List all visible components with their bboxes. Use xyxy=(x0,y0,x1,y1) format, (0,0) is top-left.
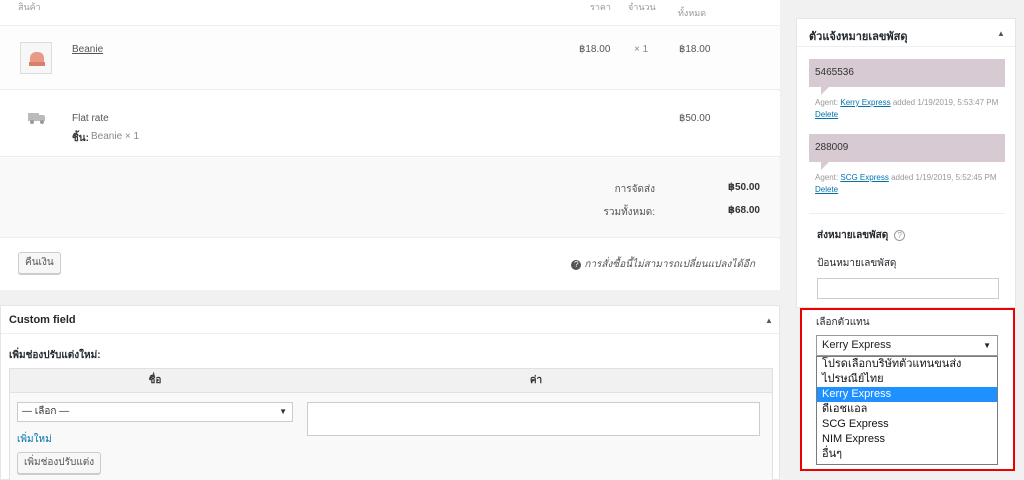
col-total: ทั้งหมด xyxy=(678,8,707,18)
line-item-row: Beanie ฿18.00 × 1 ฿18.00 xyxy=(0,26,780,90)
col-price: ราคา xyxy=(590,2,611,12)
agent-dropdown-list: โปรดเลือกบริษัทตัวแทนขนส่ง ไปรษณีย์ไทย K… xyxy=(816,356,998,465)
custom-field-table: ชื่อ ค่า — เลือก — ▼ เพิ่มใหม่ เพิ่มช่อง… xyxy=(9,368,773,480)
item-price: ฿18.00 xyxy=(579,44,611,55)
help-icon: ? xyxy=(894,230,906,241)
col-value-header: ค่า xyxy=(300,369,772,393)
agent-label: เลือกตัวแทน xyxy=(816,317,870,328)
shipping-total: ฿50.00 xyxy=(679,113,711,124)
agent-option[interactable]: NIM Express xyxy=(817,432,997,447)
item-qty: × 1 xyxy=(634,44,649,55)
col-name-header: ชื่อ xyxy=(10,369,300,393)
agent-select[interactable]: Kerry Express ▼ xyxy=(816,335,998,356)
order-totals: การจัดส่ง ฿50.00 รวมทั้งหมด: ฿68.00 xyxy=(0,158,780,238)
agent-option[interactable]: SCG Express xyxy=(817,417,997,432)
agent-option[interactable]: ดีเอชแอล xyxy=(817,402,997,417)
custom-field-header[interactable]: Custom field ▲ xyxy=(1,306,779,334)
help-icon: ? xyxy=(571,260,582,270)
product-link[interactable]: Beanie xyxy=(72,44,103,55)
agent-option[interactable]: อื่นๆ xyxy=(817,447,997,462)
col-product: สินค้า xyxy=(18,2,41,12)
item-total: ฿18.00 xyxy=(679,44,711,55)
tracking-note-meta: Agent: Kerry Express added 1/19/2019, 5:… xyxy=(815,98,999,119)
tracking-note: 5465536 xyxy=(809,59,1005,95)
meta-value-textarea[interactable] xyxy=(307,402,760,436)
chevron-down-icon: ▼ xyxy=(983,341,991,350)
meta-key-select[interactable]: — เลือก — ▼ xyxy=(17,402,293,422)
tracking-note-meta: Agent: SCG Express added 1/19/2019, 5:52… xyxy=(815,173,997,194)
shipping-items-value: Beanie × 1 xyxy=(91,131,140,142)
add-new-link[interactable]: เพิ่มใหม่ xyxy=(17,432,52,447)
order-actions: คืนเงิน ? การสั่งซื้อนี้ไม่สามารถเปลี่ยนแ… xyxy=(0,239,780,290)
agent-link[interactable]: Kerry Express xyxy=(840,98,890,107)
custom-field-box: Custom field ▲ เพิ่มช่องปรับแต่งใหม่: ชื… xyxy=(0,305,780,480)
shipping-items-label: ชิ้น: xyxy=(72,133,89,144)
grand-total-label: รวมทั้งหมด: xyxy=(603,207,655,218)
shipping-total-value: ฿50.00 xyxy=(728,182,760,193)
collapse-arrow-icon[interactable]: ▲ xyxy=(765,316,773,325)
agent-option-selected[interactable]: Kerry Express xyxy=(817,387,997,402)
tracking-title: ตัวแจ้งหมายเลขพัสดุ xyxy=(809,31,908,43)
refund-button[interactable]: คืนเงิน xyxy=(18,252,61,274)
truck-icon xyxy=(28,113,46,124)
add-new-field-label: เพิ่มช่องปรับแต่งใหม่: xyxy=(9,350,101,361)
add-custom-field-button[interactable]: เพิ่มช่องปรับแต่ง xyxy=(17,452,102,474)
shipping-total-label: การจัดส่ง xyxy=(614,184,655,195)
agent-option[interactable]: โปรดเลือกบริษัทตัวแทนขนส่ง xyxy=(817,357,997,372)
agent-link[interactable]: SCG Express xyxy=(840,173,888,182)
delete-link[interactable]: Delete xyxy=(815,110,838,119)
shipping-method: Flat rate xyxy=(72,113,109,124)
order-locked-note: ? การสั่งซื้อนี้ไม่สามารถเปลี่ยนแปลงได้อี… xyxy=(571,257,755,272)
agent-option[interactable]: ไปรษณีย์ไทย xyxy=(817,372,997,387)
send-tracking-label: ส่งหมายเลขพัสดุ? xyxy=(817,228,906,243)
tracking-input-label: ป้อนหมายเลขพัสดุ xyxy=(817,258,897,269)
grand-total-value: ฿68.00 xyxy=(728,205,760,216)
order-items-header: สินค้า ราคา จำนวน ทั้งหมด xyxy=(0,0,780,26)
tracking-note: 288009 xyxy=(809,134,1005,170)
tracking-box: ตัวแจ้งหมายเลขพัสดุ ▲ 5465536 Agent: Ker… xyxy=(796,18,1016,308)
collapse-arrow-icon[interactable]: ▲ xyxy=(997,29,1005,38)
col-qty: จำนวน xyxy=(628,2,656,12)
chevron-down-icon: ▼ xyxy=(279,407,287,416)
custom-field-title: Custom field xyxy=(9,314,76,326)
tracking-number-input[interactable] xyxy=(817,278,999,299)
shipping-row: Flat rate ชิ้น: Beanie × 1 ฿50.00 xyxy=(0,91,780,157)
delete-link[interactable]: Delete xyxy=(815,185,838,194)
tracking-header[interactable]: ตัวแจ้งหมายเลขพัสดุ ▲ xyxy=(797,19,1015,47)
product-thumbnail[interactable] xyxy=(20,42,52,74)
